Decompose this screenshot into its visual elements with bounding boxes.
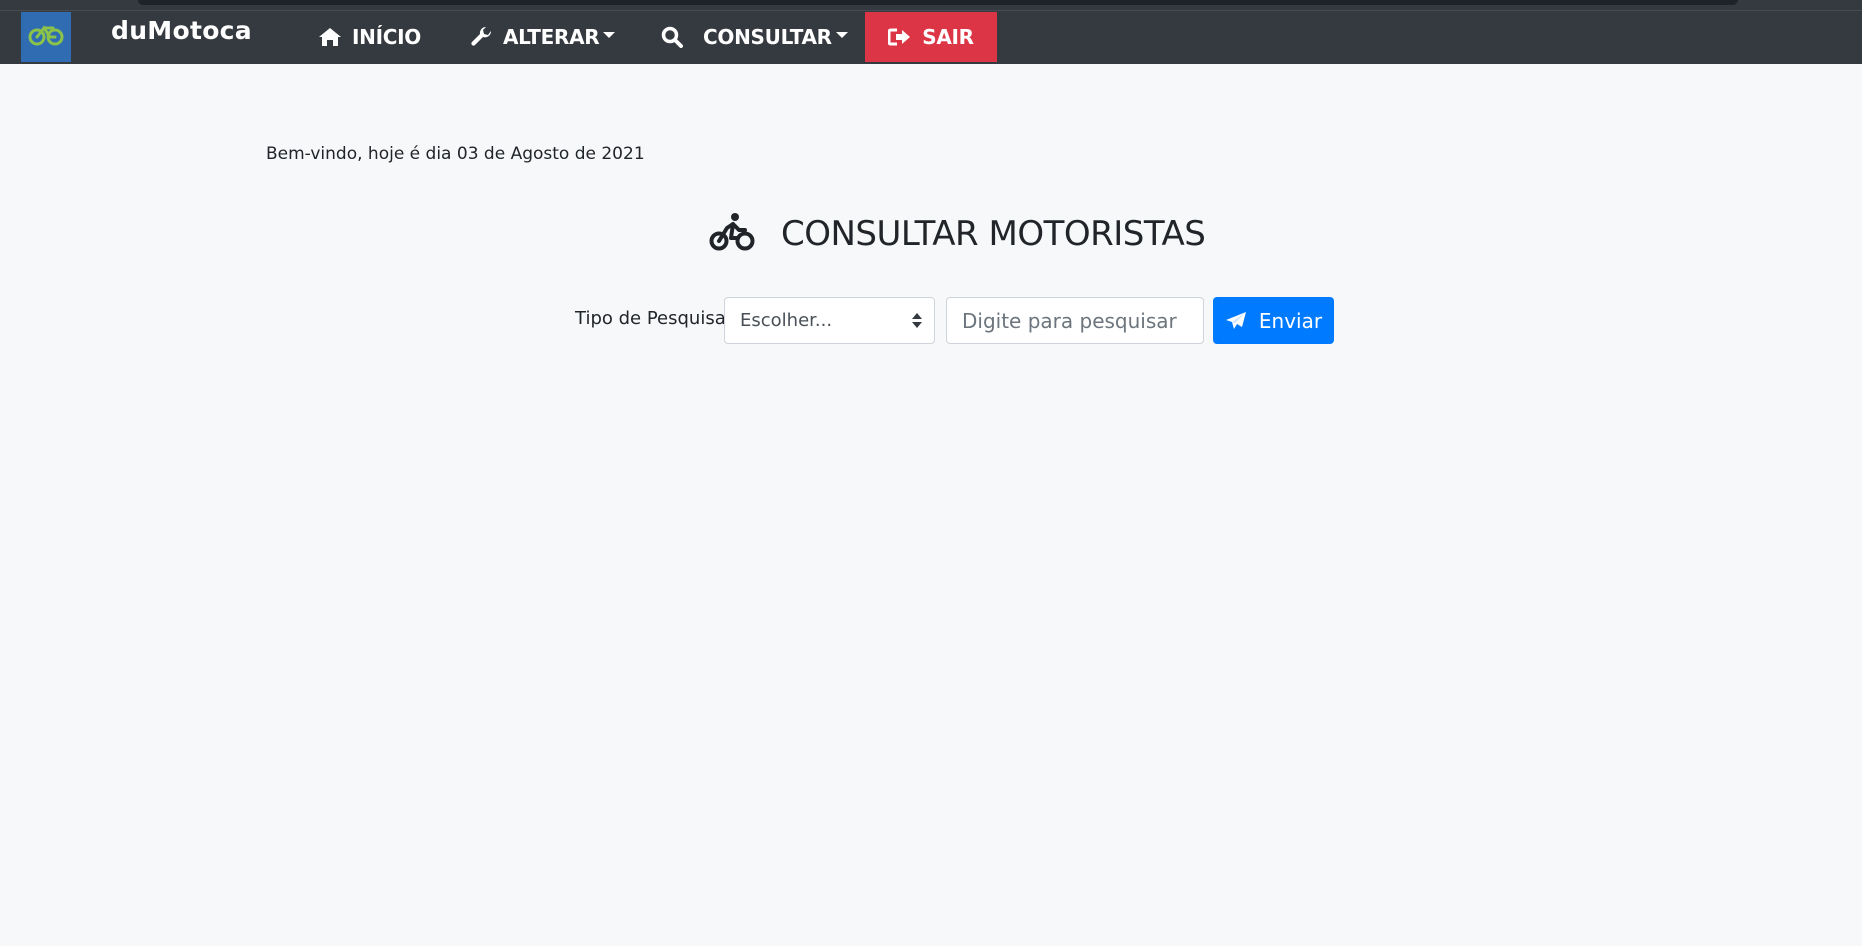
bicycle-icon	[28, 24, 64, 50]
nav-inicio-label: INÍCIO	[352, 25, 421, 49]
nav-alterar-label: ALTERAR	[503, 25, 600, 49]
nav-inicio[interactable]: INÍCIO	[318, 12, 421, 62]
welcome-message: Bem-vindo, hoje é dia 03 de Agosto de 20…	[266, 144, 645, 164]
send-button-label: Enviar	[1258, 308, 1323, 333]
nav-alterar[interactable]: ALTERAR	[471, 12, 616, 62]
navbar-divider	[0, 10, 1862, 11]
send-button[interactable]: Enviar	[1213, 297, 1334, 344]
search-input[interactable]	[946, 297, 1204, 344]
navbar: duMotoca INÍCIO ALTERAR CONSULTAR SAIR	[0, 0, 1862, 64]
page-heading: CONSULTAR MOTORISTAS	[709, 212, 1206, 256]
nav-consultar-label: CONSULTAR	[703, 25, 832, 49]
chevron-down-icon	[603, 32, 616, 38]
wrench-icon	[471, 26, 493, 48]
paper-plane-icon	[1225, 311, 1247, 331]
logo[interactable]	[21, 12, 71, 62]
search-type-label: Tipo de Pesquisa	[575, 308, 726, 329]
logout-button[interactable]: SAIR	[865, 12, 997, 62]
brand-name[interactable]: duMotoca	[111, 16, 252, 45]
search-type-value: Escolher...	[740, 310, 833, 331]
nav-consultar[interactable]: CONSULTAR	[661, 12, 848, 62]
search-icon	[661, 26, 683, 48]
browser-edge	[138, 0, 1738, 5]
logout-label: SAIR	[922, 25, 974, 49]
home-icon	[318, 27, 342, 47]
select-arrows-icon	[912, 313, 922, 328]
chevron-down-icon	[835, 32, 848, 38]
sign-out-icon	[888, 27, 912, 47]
page-title: CONSULTAR MOTORISTAS	[781, 214, 1206, 254]
motorcycle-rider-icon	[709, 212, 755, 256]
search-type-select[interactable]: Escolher...	[724, 297, 935, 344]
